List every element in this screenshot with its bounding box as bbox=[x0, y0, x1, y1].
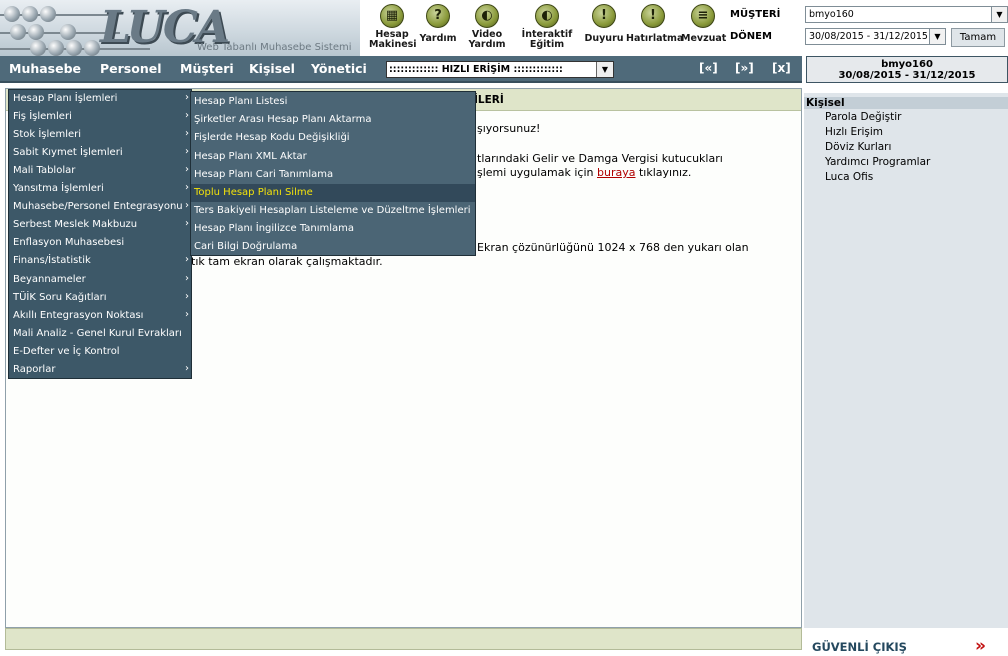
chevron-right-icon: › bbox=[185, 309, 189, 320]
chevron-right-icon: › bbox=[185, 146, 189, 157]
menu1-item[interactable]: Yansıtma İşlemleri › bbox=[9, 180, 191, 198]
main-text-line: tık tam ekran olarak çalışmaktadır. bbox=[191, 255, 383, 268]
user-name: bmyo160 bbox=[881, 59, 933, 70]
chevron-right-icon: › bbox=[185, 92, 189, 103]
chevron-right-icon: › bbox=[185, 254, 189, 265]
menu2-item[interactable]: Hesap Planı Cari Tanımlama bbox=[191, 166, 475, 184]
menu-kisisel[interactable]: Kişisel bbox=[249, 61, 295, 76]
sidebar-item-parola[interactable]: Parola Değiştir bbox=[825, 111, 901, 123]
chevron-right-icon: › bbox=[185, 291, 189, 302]
logout-link[interactable]: GÜVENLİ ÇIKIŞ bbox=[812, 640, 907, 654]
sidebar-item-doviz[interactable]: Döviz Kurları bbox=[825, 141, 891, 153]
legislation-icon: ≡ bbox=[691, 4, 715, 28]
announcement-icon: ! bbox=[592, 4, 616, 28]
donem-label: DÖNEM bbox=[730, 31, 772, 42]
sidebar-item-yardimci[interactable]: Yardımcı Programlar bbox=[825, 156, 930, 168]
right-sidebar: Kişisel Parola Değiştir Hızlı Erişim Döv… bbox=[804, 93, 1008, 628]
menu2-item[interactable]: Cari Bilgi Doğrulama bbox=[191, 238, 475, 256]
main-text-line: Ekran çözünürlüğünü 1024 x 768 den yukar… bbox=[477, 241, 749, 254]
chevron-right-icon: › bbox=[185, 164, 189, 175]
calculator-icon: ▦ bbox=[380, 4, 404, 28]
menu2-item[interactable]: Ters Bakiyeli Hesapları Listeleme ve Düz… bbox=[191, 202, 475, 220]
menu-muhasebe[interactable]: Muhasebe bbox=[9, 61, 81, 76]
reminder-icon: ! bbox=[641, 4, 665, 28]
main-footer bbox=[5, 628, 802, 650]
menu1-item[interactable]: Akıllı Entegrasyon Noktası › bbox=[9, 307, 191, 325]
nav-close-button[interactable]: [x] bbox=[772, 61, 791, 75]
help-button[interactable]: ? Yardım bbox=[418, 4, 458, 44]
legislation-button[interactable]: ≡ Mevzuat bbox=[681, 4, 726, 44]
app-header: LUCA Web Tabanlı Muhasebe Sistemi ▦ Hesa… bbox=[0, 0, 1008, 56]
hesap-plani-submenu: Hesap Planı Listesi Şirketler Arası Hesa… bbox=[190, 91, 476, 256]
muhasebe-dropdown: Hesap Planı İşlemleri › Fiş İşlemleri › St… bbox=[8, 89, 192, 379]
interactive-training-icon: ◐ bbox=[535, 4, 559, 28]
menu1-item[interactable]: Mali Tablolar › bbox=[9, 162, 191, 180]
main-title: İLERİ bbox=[474, 94, 504, 106]
tamam-button[interactable]: Tamam bbox=[951, 28, 1005, 47]
chevron-right-icon: › bbox=[185, 182, 189, 193]
user-info: bmyo160 30/08/2015 - 31/12/2015 bbox=[806, 56, 1008, 83]
menu2-item[interactable]: Hesap Planı Listesi bbox=[191, 93, 475, 111]
menu2-item[interactable]: Şirketler Arası Hesap Planı Aktarma bbox=[191, 111, 475, 129]
menu1-item[interactable]: Fiş İşlemleri › bbox=[9, 108, 191, 126]
menu1-item[interactable]: TÜİK Soru Kağıtları › bbox=[9, 289, 191, 307]
double-chevron-right-icon[interactable]: » bbox=[975, 636, 986, 656]
chevron-down-icon: ▼ bbox=[929, 29, 945, 44]
logo-tagline: Web Tabanlı Muhasebe Sistemi bbox=[197, 42, 352, 53]
sidebar-item-luca-ofis[interactable]: Luca Ofis bbox=[825, 171, 873, 183]
menu1-item[interactable]: Hesap Planı İşlemleri › bbox=[9, 90, 191, 108]
menu2-item[interactable]: Hesap Planı İngilizce Tanımlama bbox=[191, 220, 475, 238]
menu2-item-highlighted[interactable]: Toplu Hesap Planı Silme bbox=[191, 184, 475, 202]
interactive-training-button[interactable]: ◐ İnteraktif Eğitim bbox=[520, 4, 574, 50]
help-icon: ? bbox=[426, 4, 450, 28]
chevron-right-icon: › bbox=[185, 363, 189, 374]
user-period: 30/08/2015 - 31/12/2015 bbox=[838, 70, 976, 81]
menu2-item[interactable]: Fişlerde Hesap Kodu Değişikliği bbox=[191, 129, 475, 147]
reminder-button[interactable]: ! Hatırlatma bbox=[626, 4, 683, 44]
menu1-item[interactable]: E-Defter ve İç Kontrol bbox=[9, 343, 191, 361]
chevron-down-icon: ▼ bbox=[991, 7, 1007, 22]
chevron-right-icon: › bbox=[185, 273, 189, 284]
main-text-line: şıyorsunuz! bbox=[477, 122, 541, 135]
menu2-item[interactable]: Hesap Planı XML Aktar bbox=[191, 148, 475, 166]
menu-personel[interactable]: Personel bbox=[100, 61, 162, 76]
menu1-item[interactable]: Enflasyon Muhasebesi bbox=[9, 234, 191, 252]
menu1-item[interactable]: Stok İşlemleri › bbox=[9, 126, 191, 144]
calculator-button[interactable]: ▦ Hesap Makinesi bbox=[369, 4, 417, 50]
announcement-button[interactable]: ! Duyuru bbox=[584, 4, 624, 44]
nav-first-button[interactable]: [«] bbox=[699, 61, 718, 75]
video-help-icon: ◐ bbox=[475, 4, 499, 28]
nav-next-button[interactable]: [»] bbox=[735, 61, 754, 75]
main-text-line: şlemi uygulamak için buraya tıklayınız. bbox=[477, 166, 692, 179]
sidebar-item-hizli-erisim[interactable]: Hızlı Erişim bbox=[825, 126, 883, 138]
menu1-item[interactable]: Beyannameler › bbox=[9, 271, 191, 289]
sidebar-heading: Kişisel bbox=[804, 97, 1008, 109]
chevron-right-icon: › bbox=[185, 218, 189, 229]
main-menubar: Muhasebe Personel Müşteri Kişisel Yöneti… bbox=[0, 56, 802, 83]
menu1-item[interactable]: Finans/İstatistik › bbox=[9, 252, 191, 270]
donem-select[interactable]: 30/08/2015 - 31/12/2015 ▼ bbox=[805, 28, 946, 45]
chevron-right-icon: › bbox=[185, 110, 189, 121]
video-help-button[interactable]: ◐ Video Yardım bbox=[466, 4, 508, 50]
buraya-link[interactable]: buraya bbox=[597, 166, 635, 179]
menu1-item[interactable]: Serbest Meslek Makbuzu › bbox=[9, 216, 191, 234]
menu-musteri[interactable]: Müşteri bbox=[180, 61, 234, 76]
main-text-line: tlarındaki Gelir ve Damga Vergisi kutucu… bbox=[477, 152, 723, 165]
chevron-down-icon: ▼ bbox=[596, 62, 613, 77]
musteri-select[interactable]: bmyo160 ▼ bbox=[805, 6, 1008, 23]
menu1-item[interactable]: Mali Analiz - Genel Kurul Evrakları bbox=[9, 325, 191, 343]
chevron-right-icon: › bbox=[185, 200, 189, 211]
musteri-label: MÜŞTERİ bbox=[730, 9, 781, 20]
quick-access-select[interactable]: ::::::::::::: HIZLI ERİŞİM :::::::::::::… bbox=[386, 61, 614, 78]
menu1-item[interactable]: Raporlar › bbox=[9, 361, 191, 379]
menu-yonetici[interactable]: Yönetici bbox=[311, 61, 367, 76]
menu1-item[interactable]: Sabit Kıymet İşlemleri › bbox=[9, 144, 191, 162]
chevron-right-icon: › bbox=[185, 128, 189, 139]
logo: LUCA Web Tabanlı Muhasebe Sistemi bbox=[0, 0, 360, 56]
menu1-item[interactable]: Muhasebe/Personel Entegrasyonu › bbox=[9, 198, 191, 216]
